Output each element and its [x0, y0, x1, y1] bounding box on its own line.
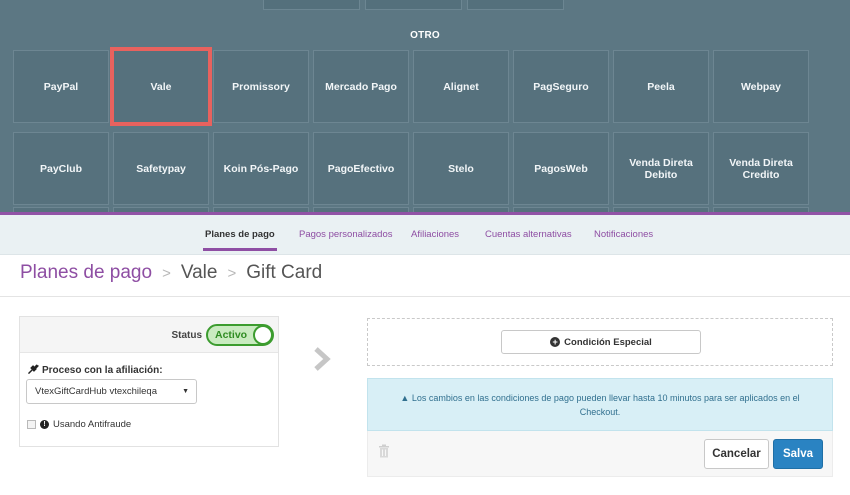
antifraud-label: Usando Antifraude [53, 419, 132, 430]
affiliation-selected-value: VtexGiftCardHub vtexchileqa [35, 386, 157, 397]
payment-method-pagosweb[interactable]: PagosWeb [513, 132, 609, 205]
previous-row-tiles [263, 0, 564, 10]
payment-method-venda-direta-debito[interactable]: Venda Direta Debito [613, 132, 709, 205]
cancel-button[interactable]: Cancelar [704, 439, 769, 469]
payment-method-peela[interactable]: Peela [613, 50, 709, 123]
tabs-bar: Planes de pago Pagos personalizados Afil… [0, 215, 850, 255]
special-condition-area: + Condición Especial [367, 318, 833, 366]
save-button[interactable]: Salva [773, 439, 823, 469]
process-label-text: Proceso con la afiliación: [42, 364, 163, 376]
special-condition-label: Condición Especial [564, 336, 652, 348]
payment-tile-partial[interactable] [467, 0, 564, 10]
divider [0, 296, 850, 297]
payment-method-stelo[interactable]: Stelo [413, 132, 509, 205]
antifraud-checkbox[interactable] [27, 420, 36, 429]
payment-method-paypal[interactable]: PayPal [13, 50, 109, 123]
antifraud-option: ! Usando Antifraude [27, 419, 131, 430]
process-label: Proceso con la afiliación: [28, 363, 163, 377]
breadcrumb-separator: > [227, 264, 237, 282]
toggle-knob [253, 325, 273, 345]
status-value: Activo [215, 329, 248, 341]
trash-icon[interactable] [378, 444, 390, 463]
status-label: Status [171, 330, 202, 341]
payment-method-pagseguro[interactable]: PagSeguro [513, 50, 609, 123]
payment-method-webpay[interactable]: Webpay [713, 50, 809, 123]
payment-method-payclub[interactable]: PayClub [13, 132, 109, 205]
page-title: Gift Card [246, 262, 323, 283]
breadcrumb-planes-de-pago[interactable]: Planes de pago [20, 262, 152, 284]
tab-notificaciones[interactable]: Notificaciones [594, 229, 653, 240]
info-icon: ! [40, 420, 49, 429]
affiliation-select[interactable]: VtexGiftCardHub vtexchileqa ▼ [26, 379, 197, 404]
tab-afiliaciones[interactable]: Afiliaciones [411, 229, 459, 240]
payment-method-venda-direta-credito[interactable]: Venda Direta Credito [713, 132, 809, 205]
alert-text: Los cambios en las condiciones de pago p… [411, 393, 800, 417]
tab-pagos-personalizados[interactable]: Pagos personalizados [299, 229, 392, 240]
payment-method-alignet[interactable]: Alignet [413, 50, 509, 123]
status-toggle[interactable]: Activo [206, 324, 274, 346]
breadcrumb: Planes de pago > Vale > Gift Card [20, 262, 322, 284]
breadcrumb-vale: Vale [180, 262, 218, 283]
payment-method-promissory[interactable]: Promissory [213, 50, 309, 123]
payment-method-vale[interactable]: Vale [110, 47, 212, 126]
warning-icon: ▲ [400, 393, 410, 403]
payment-tile-partial[interactable] [263, 0, 360, 10]
payment-tile-partial[interactable] [365, 0, 462, 10]
info-alert: ▲ Los cambios en las condiciones de pago… [367, 378, 833, 431]
card-header: Status Activo [20, 317, 278, 353]
payment-method-pagoefectivo[interactable]: PagoEfectivo [313, 132, 409, 205]
plug-icon [28, 363, 39, 377]
breadcrumb-separator: > [162, 264, 171, 282]
tab-planes-de-pago[interactable]: Planes de pago [203, 229, 277, 251]
tab-cuentas-alternativas[interactable]: Cuentas alternativas [485, 229, 572, 240]
payment-methods-grid: OTRO PayPal Vale Promissory Mercado Pago Ali… [0, 0, 850, 214]
payment-config-card: Status Activo Proceso con la afiliación:… [19, 316, 279, 447]
payment-method-safetypay[interactable]: Safetypay [113, 132, 209, 205]
section-title-otro: OTRO [410, 30, 440, 41]
actions-footer: Cancelar Salva [367, 431, 833, 477]
special-condition-button[interactable]: + Condición Especial [501, 330, 701, 354]
payment-method-mercado-pago[interactable]: Mercado Pago [313, 50, 409, 123]
chevron-down-icon: ▼ [182, 388, 189, 395]
payment-method-koin-p-s-pago[interactable]: Koin Pós-Pago [213, 132, 309, 205]
plus-circle-icon: + [550, 337, 561, 347]
chevron-right-icon [313, 346, 331, 377]
